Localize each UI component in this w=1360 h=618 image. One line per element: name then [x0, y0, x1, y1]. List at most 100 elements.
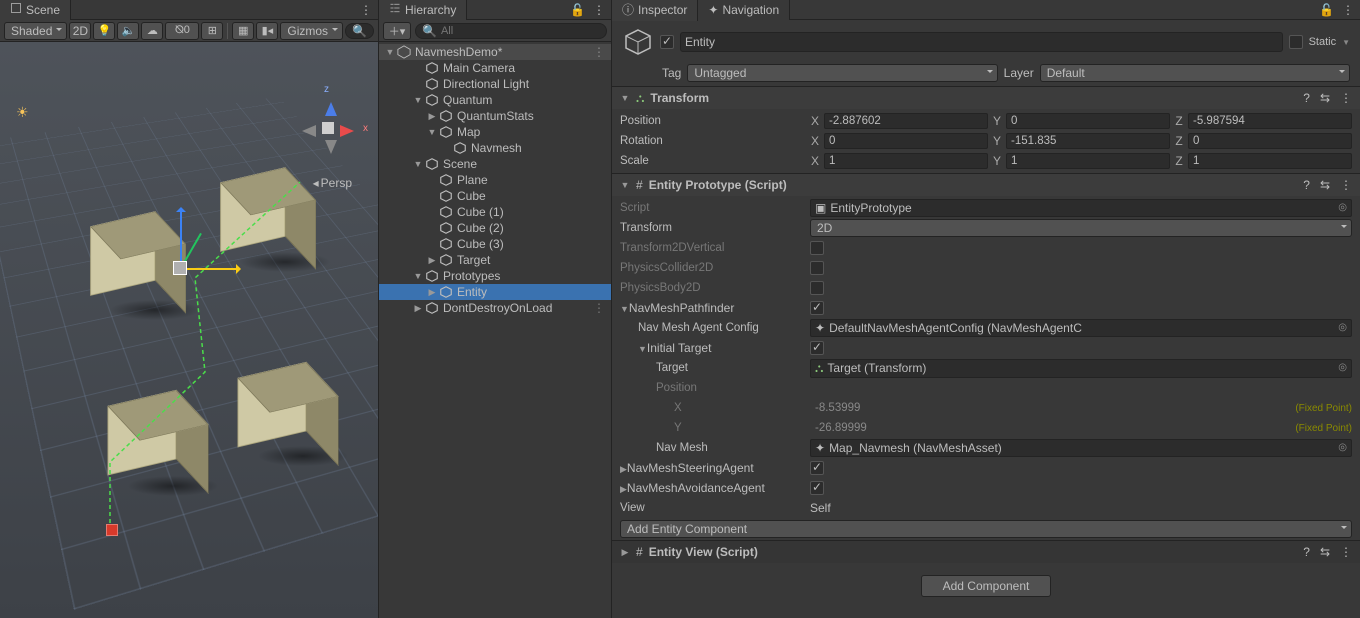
scene-tab[interactable]: Scene	[0, 0, 71, 20]
rotation-z-input[interactable]	[1188, 133, 1352, 149]
transform-header[interactable]: ▼ ⛬ Transform ? ⇆ ⋮	[612, 87, 1360, 109]
preset-icon[interactable]: ⇆	[1320, 91, 1330, 105]
position-x-input[interactable]	[824, 113, 988, 129]
navigation-tab-label: Navigation	[722, 3, 779, 17]
hierarchy-item[interactable]: Main Camera	[379, 60, 611, 76]
hierarchy-kebab-icon[interactable]: ⋮	[593, 3, 605, 17]
hierarchy-item[interactable]: Cube	[379, 188, 611, 204]
hierarchy-search[interactable]: 🔍	[415, 23, 607, 39]
position-y-input[interactable]	[1006, 113, 1170, 129]
gameobject-name-input[interactable]	[680, 32, 1283, 52]
gizmos-dropdown[interactable]: Gizmos	[280, 22, 343, 40]
entity-proto-header[interactable]: ▼ # Entity Prototype (Script) ? ⇆ ⋮	[612, 174, 1360, 196]
hierarchy-item[interactable]: ▶Entity	[379, 284, 611, 300]
fold-icon[interactable]: ▶	[427, 287, 437, 298]
grid-toggle[interactable]: ⊞	[201, 22, 223, 40]
help-icon[interactable]: ?	[1303, 545, 1310, 559]
position-z-input[interactable]	[1188, 113, 1352, 129]
kebab-icon[interactable]: ⋮	[1340, 178, 1352, 192]
fold-icon[interactable]: ▼	[620, 93, 630, 103]
hierarchy-item-label: Navmesh	[471, 141, 522, 155]
hierarchy-item[interactable]: Directional Light	[379, 76, 611, 92]
hierarchy-item[interactable]: ▼Map	[379, 124, 611, 140]
agent-config-field[interactable]: ✦DefaultNavMeshAgentConfig (NavMeshAgent…	[810, 319, 1352, 337]
scene-kebab-icon[interactable]: ⋮	[360, 3, 372, 17]
hierarchy-item-label: Target	[457, 253, 490, 267]
target-field[interactable]: ⛬Target (Transform)◎	[810, 359, 1352, 378]
inspector-tab[interactable]: ⓘ Inspector	[612, 0, 698, 21]
scale-z-input[interactable]	[1188, 153, 1352, 169]
hierarchy-tab[interactable]: Hierarchy	[379, 0, 467, 20]
audio-toggle[interactable]: 🔈	[117, 22, 139, 40]
hierarchy-search-input[interactable]	[441, 25, 600, 37]
help-icon[interactable]: ?	[1303, 91, 1310, 105]
hidden-toggle[interactable]: ⦰0	[165, 22, 199, 40]
hierarchy-item[interactable]: ▶ Target	[379, 252, 611, 268]
hierarchy-item[interactable]: Plane	[379, 172, 611, 188]
inspector-kebab-icon[interactable]: ⋮	[1342, 3, 1354, 17]
navmesh-field[interactable]: ✦Map_Navmesh (NavMeshAsset)◎	[810, 439, 1352, 457]
kebab-icon[interactable]: ⋮	[1340, 91, 1352, 105]
fold-icon[interactable]: ▼	[620, 180, 630, 190]
steering-toggle[interactable]	[810, 461, 824, 475]
shading-dropdown[interactable]: Shaded	[4, 22, 67, 40]
hierarchy-item-label: QuantumStats	[457, 109, 534, 123]
fold-icon[interactable]: ▼	[413, 271, 423, 281]
hierarchy-item[interactable]: Cube (1)	[379, 204, 611, 220]
create-dropdown[interactable]: ＋▾	[383, 22, 411, 40]
layer-dropdown[interactable]: Default	[1040, 64, 1350, 82]
camera-button[interactable]: ▮◂	[256, 22, 278, 40]
fx-toggle[interactable]: ☁	[141, 22, 163, 40]
tag-dropdown[interactable]: Untagged	[687, 64, 997, 82]
fold-icon[interactable]: ▼	[385, 47, 395, 57]
initial-target-toggle[interactable]	[810, 341, 824, 355]
kebab-icon[interactable]: ⋮	[593, 301, 605, 315]
fold-icon[interactable]: ▶	[427, 255, 437, 266]
add-entity-component-dropdown[interactable]: Add Entity Component	[620, 520, 1352, 538]
fold-icon[interactable]: ▶	[427, 111, 437, 122]
hierarchy-item[interactable]: Navmesh	[379, 140, 611, 156]
preset-icon[interactable]: ⇆	[1320, 178, 1330, 192]
add-component-button[interactable]: Add Component	[921, 575, 1051, 597]
inspector-icon: ⓘ	[622, 1, 634, 18]
persp-label[interactable]: ◂Persp	[313, 176, 352, 190]
help-icon[interactable]: ?	[1303, 178, 1310, 192]
fold-icon[interactable]: ▼	[413, 95, 423, 105]
static-dropdown-icon[interactable]: ▼	[1342, 38, 1350, 47]
hierarchy-item[interactable]: ▼Scene	[379, 156, 611, 172]
hierarchy-item[interactable]: ▼Prototypes	[379, 268, 611, 284]
scale-x-input[interactable]	[824, 153, 988, 169]
avoidance-toggle[interactable]	[810, 481, 824, 495]
entity-view-header[interactable]: ▶ # Entity View (Script) ? ⇆ ⋮	[612, 541, 1360, 563]
kebab-icon[interactable]: ⋮	[1340, 545, 1352, 559]
scene-viewport[interactable]: ☀ x z ◂Persp	[0, 42, 378, 618]
navigation-tab[interactable]: ✦ Navigation	[698, 0, 790, 20]
preset-icon[interactable]: ⇆	[1320, 545, 1330, 559]
gameobject-active-toggle[interactable]	[660, 35, 674, 49]
mode-2d-button[interactable]: 2D	[69, 22, 91, 40]
static-toggle[interactable]	[1289, 35, 1303, 49]
fold-icon[interactable]: ▼	[427, 127, 437, 137]
transform-mode-dropdown[interactable]: 2D	[810, 219, 1352, 237]
hierarchy-item[interactable]: ▶ QuantumStats	[379, 108, 611, 124]
fold-icon[interactable]: ▶	[620, 547, 630, 558]
scene-root[interactable]: ▼ NavmeshDemo* ⋮	[379, 44, 611, 60]
rotation-x-input[interactable]	[824, 133, 988, 149]
orientation-gizmo[interactable]: x z	[298, 98, 358, 158]
hierarchy-item[interactable]: ▼Quantum	[379, 92, 611, 108]
fold-icon[interactable]: ▼	[413, 159, 423, 169]
tool-misc[interactable]: ▦	[232, 22, 254, 40]
entity-view-title: Entity View (Script)	[649, 545, 758, 559]
hierarchy-lock-icon[interactable]: 🔓	[570, 3, 585, 17]
hierarchy-item[interactable]: ▶DontDestroyOnLoad⋮	[379, 300, 611, 316]
scene-kebab[interactable]: ⋮	[593, 45, 605, 59]
hierarchy-item[interactable]: Cube (3)	[379, 236, 611, 252]
hierarchy-item[interactable]: Cube (2)	[379, 220, 611, 236]
inspector-lock-icon[interactable]: 🔓	[1319, 3, 1334, 17]
fold-icon[interactable]: ▶	[413, 303, 423, 314]
light-toggle[interactable]: 💡	[93, 22, 115, 40]
rotation-y-input[interactable]	[1006, 133, 1170, 149]
gameobject-icon	[439, 237, 453, 251]
pathfinder-toggle[interactable]	[810, 301, 824, 315]
scale-y-input[interactable]	[1006, 153, 1170, 169]
